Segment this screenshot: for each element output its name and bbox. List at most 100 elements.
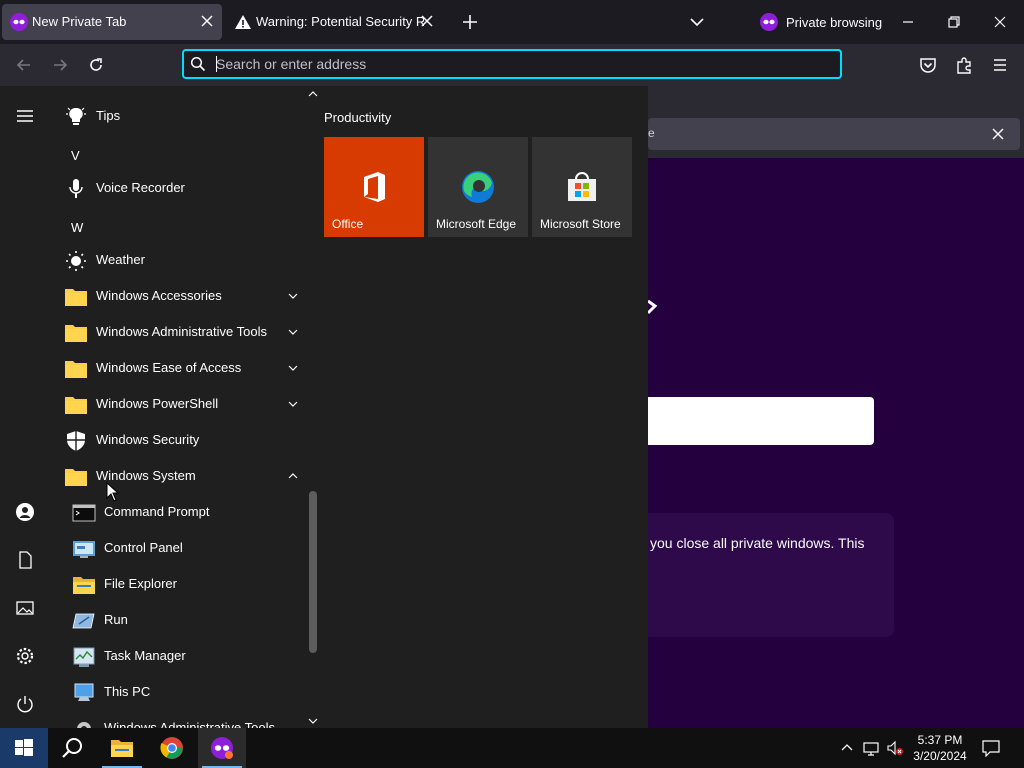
tile-microsoft-edge[interactable]: Microsoft Edge [428,137,528,237]
app-item-file-explorer[interactable]: File Explorer [50,566,306,602]
app-item-command-prompt[interactable]: Command Prompt [50,494,306,530]
app-item-windows-ease-of-access[interactable]: Windows Ease of Access [50,350,306,386]
taskbar-firefox-private[interactable] [198,728,246,768]
tiles-area: Productivity Office Microsoft Edge Micro… [320,86,648,728]
app-label: File Explorer [104,576,177,591]
chevron-down-icon[interactable] [287,291,299,301]
minimize-icon[interactable] [898,12,918,32]
folder-icon [65,397,87,414]
tab-security-warning[interactable]: Warning: Potential Security Risk Ahead [226,4,442,40]
computer-icon [74,683,94,701]
close-tab-icon[interactable] [420,14,434,28]
mouse-cursor-icon [106,482,119,502]
private-logo-fragment [648,299,658,315]
close-tab-icon[interactable] [200,14,214,28]
new-tab-icon[interactable] [460,12,480,32]
start-button[interactable] [0,728,48,768]
letter-header[interactable]: W [71,220,83,235]
chevron-up-icon[interactable] [287,471,299,481]
private-info-text: you close all private windows. This [650,535,865,551]
hamburger-menu-icon[interactable] [15,106,35,126]
app-label: Control Panel [104,540,183,555]
extensions-puzzle-icon[interactable] [954,55,974,75]
app-list-scrollbar[interactable] [306,86,320,728]
tab-title: Warning: Potential Security Risk Ahead [256,14,424,29]
app-label: Task Manager [104,648,186,663]
app-label: Windows PowerShell [96,396,219,411]
power-icon[interactable] [15,694,35,714]
close-icon[interactable] [992,128,1004,140]
chevron-up-icon[interactable] [840,741,854,755]
volume-muted-icon[interactable] [886,740,904,756]
app-item-windows-administrative-tools-sub[interactable]: Windows Administrative Tools [50,710,306,728]
pictures-icon[interactable] [15,598,35,618]
search-icon [190,56,206,72]
scroll-thumb[interactable] [309,491,317,653]
scroll-down-arrow-icon[interactable] [308,717,318,725]
close-window-icon[interactable] [990,12,1010,32]
taskbar-chrome[interactable] [148,728,196,768]
folder-icon [65,469,87,486]
address-input[interactable] [216,54,816,74]
settings-gear-icon[interactable] [15,646,35,666]
edge-icon [462,171,494,203]
restore-icon[interactable] [944,12,964,32]
app-label: Command Prompt [104,504,210,519]
app-item-run[interactable]: Run [50,602,306,638]
chevron-down-icon[interactable] [287,327,299,337]
tile-group-title[interactable]: Productivity [324,110,391,125]
back-arrow-icon[interactable] [14,55,34,75]
notification-bar: e [648,118,1020,150]
app-item-windows-powershell[interactable]: Windows PowerShell [50,386,306,422]
taskbar-search-button[interactable] [48,728,96,768]
tab-bar: New Private Tab Warning: Potential Secur… [0,0,1024,44]
tile-microsoft-store[interactable]: Microsoft Store [532,137,632,237]
tile-office[interactable]: Office [324,137,424,237]
forward-arrow-icon[interactable] [50,55,70,75]
taskbar-file-explorer[interactable] [98,728,146,768]
app-item-task-manager[interactable]: Task Manager [50,638,306,674]
file-explorer-icon [111,740,133,757]
app-item-windows-accessories[interactable]: Windows Accessories [50,278,306,314]
app-item-windows-administrative-tools[interactable]: Windows Administrative Tools [50,314,306,350]
chevron-down-icon[interactable] [287,363,299,373]
chevron-down-icon[interactable] [287,399,299,409]
hamburger-menu-icon[interactable] [990,55,1010,75]
app-label: This PC [104,684,151,699]
app-item-weather[interactable]: Weather [50,242,306,278]
private-search-box[interactable] [648,397,874,445]
app-item-this-pc[interactable]: This PC [50,674,306,710]
notification-center-icon[interactable] [982,739,1000,757]
clock-date: 3/20/2024 [913,749,967,763]
tab-new-private[interactable]: New Private Tab [2,4,222,40]
document-icon[interactable] [15,550,35,570]
chevron-down-icon[interactable] [687,12,707,32]
tab-title: New Private Tab [32,14,127,29]
lightbulb-icon [66,107,86,125]
office-icon [364,172,385,202]
app-item-windows-security[interactable]: Windows Security [50,422,306,458]
address-bar[interactable] [182,49,842,79]
app-label: Windows Administrative Tools [104,720,275,728]
start-menu: Tips V Voice Recorder W Weather Windows … [0,86,648,728]
folder-icon [65,325,87,342]
pocket-icon[interactable] [918,55,938,75]
private-mask-icon [760,13,778,31]
app-item-windows-system[interactable]: Windows System [50,458,306,494]
network-icon[interactable] [862,740,880,756]
user-avatar-icon[interactable] [15,502,35,522]
taskbar-clock[interactable]: 5:37 PM 3/20/2024 [908,732,972,764]
windows-logo-icon [15,739,33,756]
reload-icon[interactable] [86,55,106,75]
start-menu-rail [0,86,50,728]
app-label: Tips [96,108,121,123]
app-item-tips[interactable]: Tips [50,98,306,134]
warning-icon [235,15,251,29]
folder-icon [65,289,87,306]
letter-header[interactable]: V [71,148,80,163]
scroll-up-arrow-icon[interactable] [308,90,318,98]
app-item-voice-recorder[interactable]: Voice Recorder [50,170,306,206]
taskbar: 5:37 PM 3/20/2024 [0,728,1024,768]
app-label: Weather [96,252,145,267]
app-item-control-panel[interactable]: Control Panel [50,530,306,566]
